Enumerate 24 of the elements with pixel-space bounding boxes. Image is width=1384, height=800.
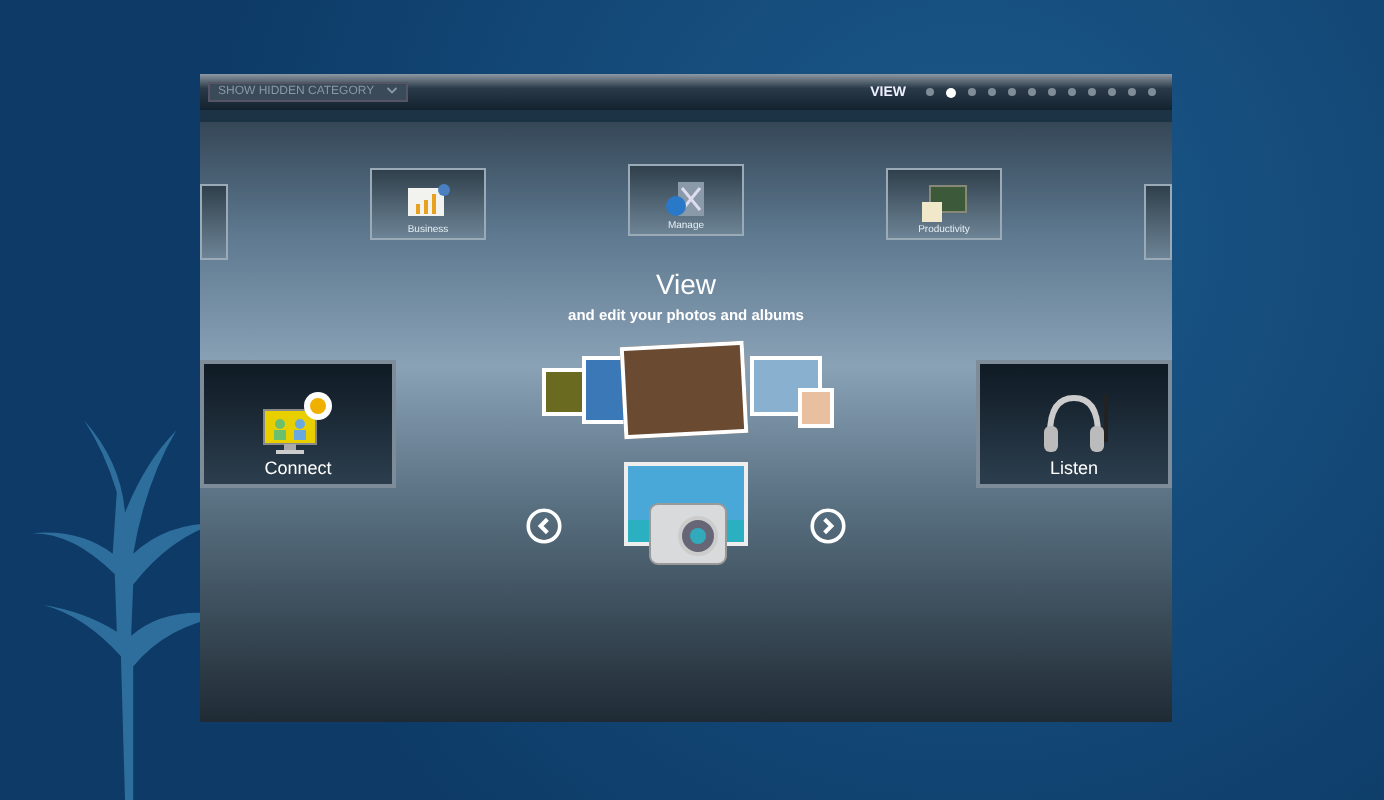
previous-button[interactable] <box>526 508 562 544</box>
next-button[interactable] <box>810 508 846 544</box>
page-dot[interactable] <box>1108 88 1116 96</box>
page-dot[interactable] <box>1148 88 1156 96</box>
page-dot[interactable] <box>1008 88 1016 96</box>
caret-icon <box>386 86 399 96</box>
category-tile[interactable]: Connect <box>200 360 396 488</box>
page-dot[interactable] <box>1088 88 1096 96</box>
tools-icon <box>662 180 710 220</box>
chalkboard-icon <box>920 184 968 224</box>
page-dot[interactable] <box>1128 88 1136 96</box>
feature-title: View <box>655 268 717 300</box>
page-dot[interactable] <box>946 87 956 97</box>
category-tile[interactable]: Listen <box>976 360 1172 488</box>
monitor-chat-icon <box>258 390 338 458</box>
category-tile[interactable] <box>1144 184 1172 260</box>
page-dot[interactable] <box>1068 88 1076 96</box>
page-dot[interactable] <box>1048 88 1056 96</box>
camera-photo-icon <box>622 460 750 568</box>
page-dot[interactable] <box>1028 88 1036 96</box>
category-tile[interactable] <box>200 184 228 260</box>
page-dot[interactable] <box>926 88 934 96</box>
page-dot[interactable] <box>968 88 976 96</box>
page-dot[interactable] <box>988 88 996 96</box>
